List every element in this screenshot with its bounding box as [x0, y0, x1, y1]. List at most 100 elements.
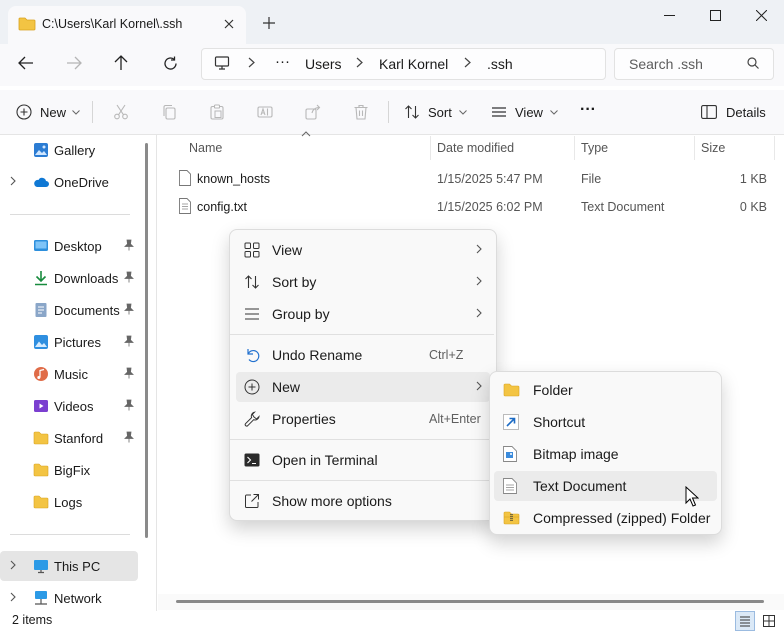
- shortcut-text: Ctrl+Z: [429, 348, 464, 362]
- delete-button[interactable]: [353, 90, 369, 134]
- chevron-down-icon: [72, 109, 80, 115]
- column-header-name[interactable]: Name: [189, 141, 222, 155]
- menu-item-label: View: [272, 242, 303, 258]
- menu-item-view[interactable]: View: [236, 235, 490, 265]
- menu-item-properties[interactable]: Properties Alt+Enter: [236, 404, 490, 434]
- sidebar-item-videos[interactable]: Videos: [0, 391, 138, 421]
- menu-item-undo-rename[interactable]: Undo Rename Ctrl+Z: [236, 340, 490, 370]
- column-divider[interactable]: [774, 136, 775, 160]
- search-input[interactable]: Search .ssh: [614, 48, 774, 80]
- breadcrumb-users[interactable]: Users: [305, 56, 342, 72]
- sidebar-item-desktop[interactable]: Desktop: [0, 231, 138, 261]
- close-window-button[interactable]: [738, 0, 784, 30]
- menu-item-label: Open in Terminal: [272, 452, 378, 468]
- submenu-item-shortcut[interactable]: Shortcut: [494, 407, 717, 437]
- submenu-item-text-document[interactable]: Text Document: [494, 471, 717, 501]
- submenu-item-bitmap-image[interactable]: Bitmap image: [494, 439, 717, 469]
- sidebar-item-gallery[interactable]: Gallery: [0, 135, 138, 165]
- menu-item-label: Group by: [272, 306, 330, 322]
- submenu-item-folder[interactable]: Folder: [494, 375, 717, 405]
- item-count: 2 items: [12, 613, 53, 627]
- navigation-pane: Gallery OneDrive Desktop Downloads Docum…: [0, 135, 157, 611]
- sidebar-item-music[interactable]: Music: [0, 359, 138, 389]
- pin-icon: [124, 335, 134, 347]
- new-button[interactable]: New: [16, 90, 80, 134]
- horizontal-scrollbar[interactable]: [176, 600, 764, 603]
- menu-item-group-by[interactable]: Group by: [236, 299, 490, 329]
- menu-item-new[interactable]: New: [236, 372, 490, 402]
- chevron-right-icon: [476, 244, 482, 254]
- sort-icon: [244, 274, 260, 290]
- column-divider[interactable]: [574, 136, 575, 160]
- rename-button[interactable]: [257, 90, 273, 134]
- forward-button[interactable]: [58, 47, 90, 79]
- toolbar-divider: [92, 101, 93, 123]
- menu-item-label: Undo Rename: [272, 347, 363, 363]
- grid-view-icon: [244, 242, 260, 258]
- details-view-toggle[interactable]: [735, 611, 755, 631]
- folder-icon: [503, 382, 520, 398]
- terminal-icon: [244, 452, 260, 468]
- text-file-icon: [503, 478, 519, 494]
- tiles-view-toggle[interactable]: [759, 611, 779, 631]
- menu-divider: [230, 480, 494, 481]
- submenu-item-compressed-folder[interactable]: Compressed (zipped) Folder: [494, 503, 717, 533]
- music-icon: [33, 366, 49, 382]
- more-options-button[interactable]: ···: [580, 88, 596, 132]
- sort-button[interactable]: Sort: [404, 90, 467, 134]
- pin-icon: [124, 271, 134, 283]
- address-bar[interactable]: ··· Users Karl Kornel .ssh: [201, 48, 606, 80]
- column-header-type[interactable]: Type: [581, 141, 608, 155]
- column-divider[interactable]: [694, 136, 695, 160]
- chevron-right-icon: [248, 57, 255, 68]
- sidebar-item-onedrive[interactable]: OneDrive: [0, 167, 138, 197]
- minimize-button[interactable]: [646, 0, 692, 30]
- column-header-size[interactable]: Size: [701, 141, 725, 155]
- sidebar-scrollbar[interactable]: [145, 143, 148, 538]
- chevron-right-icon[interactable]: [10, 560, 16, 570]
- breadcrumb-user[interactable]: Karl Kornel: [379, 56, 448, 72]
- sidebar-item-label: Logs: [54, 495, 83, 510]
- sidebar-item-downloads[interactable]: Downloads: [0, 263, 138, 293]
- column-header-date[interactable]: Date modified: [437, 141, 514, 155]
- sidebar-item-logs[interactable]: Logs: [0, 487, 138, 517]
- gallery-icon: [33, 142, 49, 158]
- back-button[interactable]: [10, 47, 42, 79]
- new-tab-button[interactable]: [256, 11, 282, 35]
- menu-item-open-in-terminal[interactable]: Open in Terminal: [236, 445, 490, 475]
- active-tab[interactable]: C:\Users\Karl Kornel\.ssh: [8, 6, 246, 44]
- menu-item-sort-by[interactable]: Sort by: [236, 267, 490, 297]
- up-button[interactable]: [105, 47, 137, 79]
- folder-icon: [33, 494, 49, 510]
- sidebar-item-pictures[interactable]: Pictures: [0, 327, 138, 357]
- cut-button[interactable]: [113, 90, 129, 134]
- table-row[interactable]: known_hosts 1/15/2025 5:47 PM File 1 KB: [170, 166, 774, 192]
- sidebar-item-network[interactable]: Network: [0, 583, 138, 613]
- text-file-icon: [179, 198, 191, 214]
- details-pane-button[interactable]: Details: [701, 90, 766, 134]
- shortcut-text: Alt+Enter: [429, 412, 481, 426]
- view-button[interactable]: View: [491, 90, 558, 134]
- pin-icon: [124, 239, 134, 251]
- maximize-button[interactable]: [692, 0, 738, 30]
- chevron-right-icon[interactable]: [10, 592, 16, 602]
- column-divider[interactable]: [430, 136, 431, 160]
- breadcrumb-ssh[interactable]: .ssh: [487, 56, 513, 72]
- refresh-button[interactable]: [154, 47, 186, 79]
- sidebar-item-stanford[interactable]: Stanford: [0, 423, 138, 453]
- breadcrumb-overflow[interactable]: ···: [275, 53, 290, 70]
- sidebar-item-documents[interactable]: Documents: [0, 295, 138, 325]
- menu-item-show-more-options[interactable]: Show more options: [236, 486, 490, 516]
- copy-button[interactable]: [161, 90, 177, 134]
- share-button[interactable]: [305, 90, 321, 134]
- open-external-icon: [244, 493, 260, 509]
- sidebar-item-bigfix[interactable]: BigFix: [0, 455, 138, 485]
- toolbar-divider: [388, 101, 389, 123]
- table-row[interactable]: config.txt 1/15/2025 6:02 PM Text Docume…: [170, 194, 774, 220]
- paste-button[interactable]: [209, 90, 225, 134]
- chevron-right-icon[interactable]: [10, 176, 16, 186]
- sidebar-item-this-pc[interactable]: This PC: [0, 551, 138, 581]
- file-icon: [179, 170, 191, 186]
- close-tab-icon[interactable]: [217, 12, 241, 36]
- sidebar-divider: [10, 534, 130, 535]
